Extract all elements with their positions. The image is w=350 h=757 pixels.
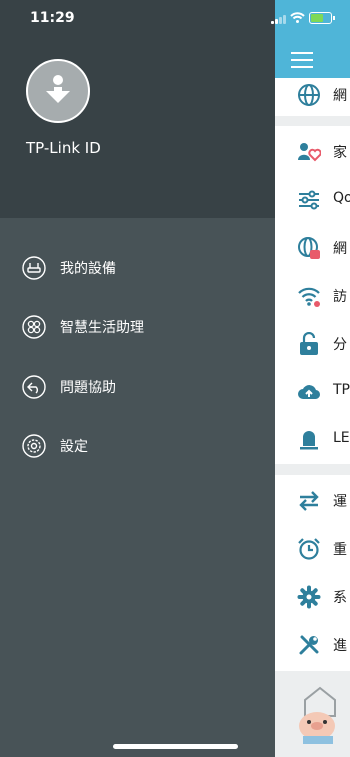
list-item[interactable]: 運: [275, 477, 350, 525]
watermark-mascot-icon: [299, 686, 336, 744]
wifi-icon: [290, 12, 305, 23]
background-main-screen: 網 家 Qo 網 訪 分 TP LE 運 重 系 進: [275, 0, 350, 757]
list-item-label: TP: [333, 382, 350, 398]
list-item[interactable]: 重: [275, 525, 350, 573]
hamburger-menu-icon[interactable]: [291, 52, 313, 73]
list-item[interactable]: Qo: [275, 176, 350, 224]
drawer-item-smart-life-assistant[interactable]: 智慧生活助理: [22, 312, 262, 342]
drawer-item-my-devices[interactable]: 我的設備: [22, 253, 262, 283]
qos-sliders-icon: [299, 190, 319, 210]
list-item[interactable]: 分: [275, 320, 350, 368]
list-item-label: 運: [333, 494, 347, 510]
operation-mode-icon: [299, 491, 319, 511]
cellular-signal-icon: [271, 14, 287, 24]
settings-gear-icon: [22, 434, 46, 458]
list-item-label: 訪: [333, 289, 347, 305]
guest-wifi-icon: [298, 287, 320, 307]
router-icon: [22, 256, 46, 280]
list-item-label: 網: [333, 241, 347, 257]
list-item-label: 系: [333, 590, 347, 606]
drawer-item-label: 設定: [60, 439, 88, 455]
drawer-item-settings[interactable]: 設定: [22, 431, 262, 461]
home-indicator[interactable]: [113, 744, 238, 749]
alarm-clock-icon: [298, 538, 320, 560]
list-item[interactable]: 網: [275, 224, 350, 272]
settings-card-main: 家 Qo 網 訪 分 TP LE: [275, 126, 350, 464]
drawer-item-label: 我的設備: [60, 261, 116, 277]
status-time: 11:29: [30, 10, 75, 26]
list-item-label: 家: [333, 145, 347, 161]
list-item-label: 網: [333, 88, 347, 104]
user-avatar-icon: [46, 75, 70, 103]
led-icon: [300, 431, 318, 450]
list-item-label: 進: [333, 638, 347, 654]
battery-icon: [309, 12, 335, 24]
tools-icon: [299, 635, 319, 655]
list-item-label: 分: [333, 337, 347, 353]
list-item-label: LE: [333, 430, 350, 446]
status-bar: 11:29: [0, 0, 350, 36]
drawer-item-label: 智慧生活助理: [60, 320, 144, 336]
drawer-item-help[interactable]: 問題協助: [22, 372, 262, 402]
drawer-item-label: 問題協助: [60, 380, 116, 396]
list-item[interactable]: TP: [275, 368, 350, 416]
list-item-label: Qo: [333, 190, 350, 206]
help-icon: [22, 375, 46, 399]
navigation-drawer: TP-Link ID 我的設備 智慧生活助理 問題協助 設定: [0, 0, 275, 757]
globe-icon: [298, 84, 320, 106]
cloud-icon: [298, 385, 321, 400]
list-item[interactable]: LE: [275, 416, 350, 464]
list-item[interactable]: 家: [275, 128, 350, 176]
list-item[interactable]: 網: [275, 71, 350, 119]
settings-card-top: 網: [275, 78, 350, 116]
list-item[interactable]: 進: [275, 621, 350, 669]
account-id-label[interactable]: TP-Link ID: [26, 139, 101, 157]
lock-icon: [300, 332, 318, 355]
list-item-label: 重: [333, 542, 347, 558]
settings-card-bottom: 運 重 系 進: [275, 475, 350, 671]
avatar[interactable]: [26, 59, 90, 123]
list-item[interactable]: 系: [275, 573, 350, 621]
network-settings-icon: [298, 237, 320, 259]
list-item[interactable]: 訪: [275, 272, 350, 320]
parental-controls-icon: [298, 143, 321, 162]
system-gear-icon: [297, 585, 321, 609]
smart-life-icon: [22, 315, 46, 339]
